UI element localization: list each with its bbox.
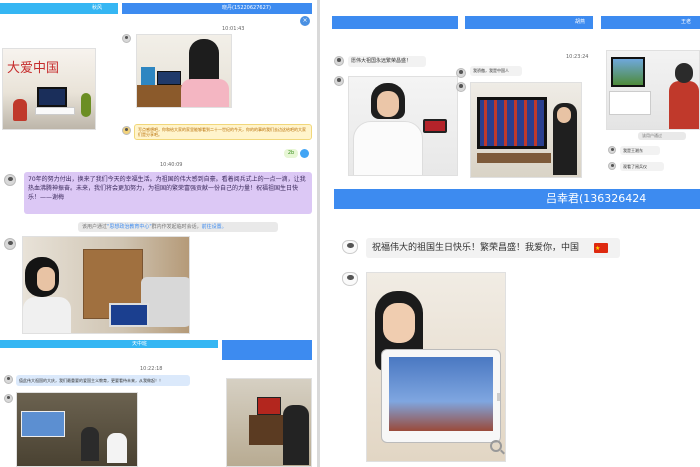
- right-top-bar-1: [332, 16, 458, 29]
- message-bubble-2: 我骄傲，我是中国人: [470, 66, 522, 76]
- message-time: 10:01:43: [222, 26, 245, 32]
- badge-count: 2b: [284, 149, 298, 158]
- avatar[interactable]: [122, 126, 131, 135]
- blessing-message: 祝福伟大的祖国生日快乐！繁荣昌盛！我爱你，中国 ★: [366, 238, 620, 258]
- right-top-bar-2: 胡燕: [465, 16, 593, 29]
- left-top-bar-2: 晓丹(15220627627): [122, 3, 312, 14]
- avatar[interactable]: [334, 76, 344, 86]
- avatar[interactable]: [4, 238, 16, 250]
- photo-girl-with-laptop[interactable]: [22, 236, 190, 334]
- notice-link-settings[interactable]: 前往设置。: [202, 224, 227, 230]
- left-top-bar-1-text: 秋风: [92, 5, 103, 11]
- photo-woman-with-phone[interactable]: [348, 76, 458, 176]
- right-chat-panel: 胡燕 王老 愿伟大祖国永远繁荣昌盛！ 我骄傲，我是中国人 10:23:24 该用…: [320, 0, 700, 467]
- photo-boy-watching-tv[interactable]: [606, 50, 700, 130]
- system-notice-small: 该用户通过: [638, 132, 686, 140]
- calligraphy-text: 大爱中国: [7, 61, 60, 76]
- left-bar-4: [222, 340, 312, 360]
- tv-screen: [37, 87, 67, 107]
- avatar[interactable]: [608, 162, 616, 170]
- avatar[interactable]: [334, 56, 344, 66]
- books: [141, 67, 155, 85]
- boy-body: [669, 81, 699, 129]
- name-bar-text: 吕幸君(136326424: [546, 192, 647, 205]
- badge-dot: [300, 149, 309, 158]
- plant: [81, 93, 91, 117]
- china-flag-icon: ★: [594, 243, 608, 253]
- flag-star: ★: [595, 245, 601, 252]
- left-top-bar-1: 秋风: [0, 3, 118, 14]
- system-notice: 该用户通过"思想政治教育中心"群内作发起临时会话，前往设置。: [78, 222, 278, 232]
- message-time: 10:22:18: [140, 366, 163, 372]
- woman-standing-face: [557, 107, 571, 123]
- photo-calligraphy-room[interactable]: 大爱中国: [2, 48, 96, 130]
- woman-coat: [353, 121, 423, 175]
- girl-shirt: [181, 79, 229, 107]
- photo-girl-at-desk[interactable]: [136, 34, 232, 108]
- girl-body: [23, 297, 71, 333]
- close-icon[interactable]: ×: [300, 16, 310, 26]
- tv-parade: [477, 97, 547, 149]
- photo-woman-by-tv[interactable]: [470, 82, 582, 178]
- message-time: 10:23:24: [566, 54, 589, 60]
- left-bar-3: 天中班: [0, 340, 218, 348]
- cat-avatar[interactable]: [342, 240, 358, 254]
- tablet-button: [497, 393, 500, 401]
- right-top-bar-3-text: 王老: [681, 19, 692, 25]
- message-bubble-4: 观看了阅兵仪: [620, 162, 664, 171]
- woman-face: [377, 91, 399, 117]
- photo-family-projector[interactable]: [16, 392, 138, 467]
- avatar[interactable]: [4, 174, 16, 186]
- girl-face: [37, 267, 55, 291]
- notice-prefix: 该用户通过: [82, 224, 108, 230]
- tablet-screen: [389, 357, 493, 431]
- notice-middle: 群内作发起临时会话，: [151, 224, 202, 230]
- collage-root: 秋风 晓丹(15220627627) × 大爱中国 10:01:43 写点感想吧…: [0, 0, 700, 467]
- tv-small: [157, 71, 181, 85]
- tv-stand: [477, 153, 551, 163]
- message-bubble-3: 我是王湘东: [620, 146, 660, 155]
- avatar[interactable]: [4, 375, 13, 384]
- avatar[interactable]: [4, 394, 13, 403]
- person-watching: [283, 405, 309, 465]
- projection-screen: [21, 411, 65, 437]
- bottom-message: 值此伟大祖国的大庆，我们最重要的爱国主义教育，更要看待未来，从我做起！！: [16, 375, 190, 386]
- right-top-bar-3: 王老: [601, 16, 700, 29]
- message-bubble-1: 愿伟大祖国永远繁荣昌盛！: [348, 56, 426, 67]
- purple-message: 70年的努力付出，换来了我们今天的幸福生活。为祖国的伟大感到自豪。看着阅兵式上的…: [24, 172, 312, 214]
- avatar[interactable]: [456, 82, 466, 92]
- tip-bubble: 写点感想吧，你和给大家的家里能够看到二十一世纪的今天，你的的事的我们去边这给吧的…: [134, 124, 312, 140]
- cabinet: [35, 107, 75, 115]
- tv-red: [257, 397, 281, 415]
- left-chat-panel: 秋风 晓丹(15220627627) × 大爱中国 10:01:43 写点感想吧…: [0, 0, 317, 467]
- blessing-text: 祝福伟大的祖国生日快乐！繁荣昌盛！我爱你，中国: [372, 243, 580, 253]
- boy-head: [675, 63, 693, 83]
- girl-face-smile: [383, 303, 415, 343]
- cat-avatar[interactable]: [342, 272, 358, 286]
- left-top-bar-2-text: 晓丹(15220627627): [222, 5, 271, 11]
- tv-landscape: [611, 57, 645, 87]
- notice-link-center[interactable]: "思想政治教育中心": [107, 224, 152, 230]
- photo-girl-with-tablet[interactable]: [366, 272, 506, 462]
- avatar[interactable]: [608, 146, 616, 154]
- person-figure: [13, 99, 27, 121]
- person-1: [81, 427, 99, 461]
- white-cabinet: [609, 91, 651, 115]
- name-bar: 吕幸君(136326424: [334, 189, 700, 209]
- right-top-bar-2-text: 胡燕: [575, 19, 586, 25]
- avatar[interactable]: [456, 68, 466, 78]
- avatar[interactable]: [122, 34, 131, 43]
- laptop-screen: [109, 303, 149, 327]
- left-bar-3-text: 天中班: [132, 341, 148, 347]
- person-2: [107, 433, 127, 463]
- message-time: 10:40:09: [160, 162, 183, 168]
- phone-screen: [423, 119, 447, 133]
- photo-tv-watching[interactable]: [226, 378, 312, 467]
